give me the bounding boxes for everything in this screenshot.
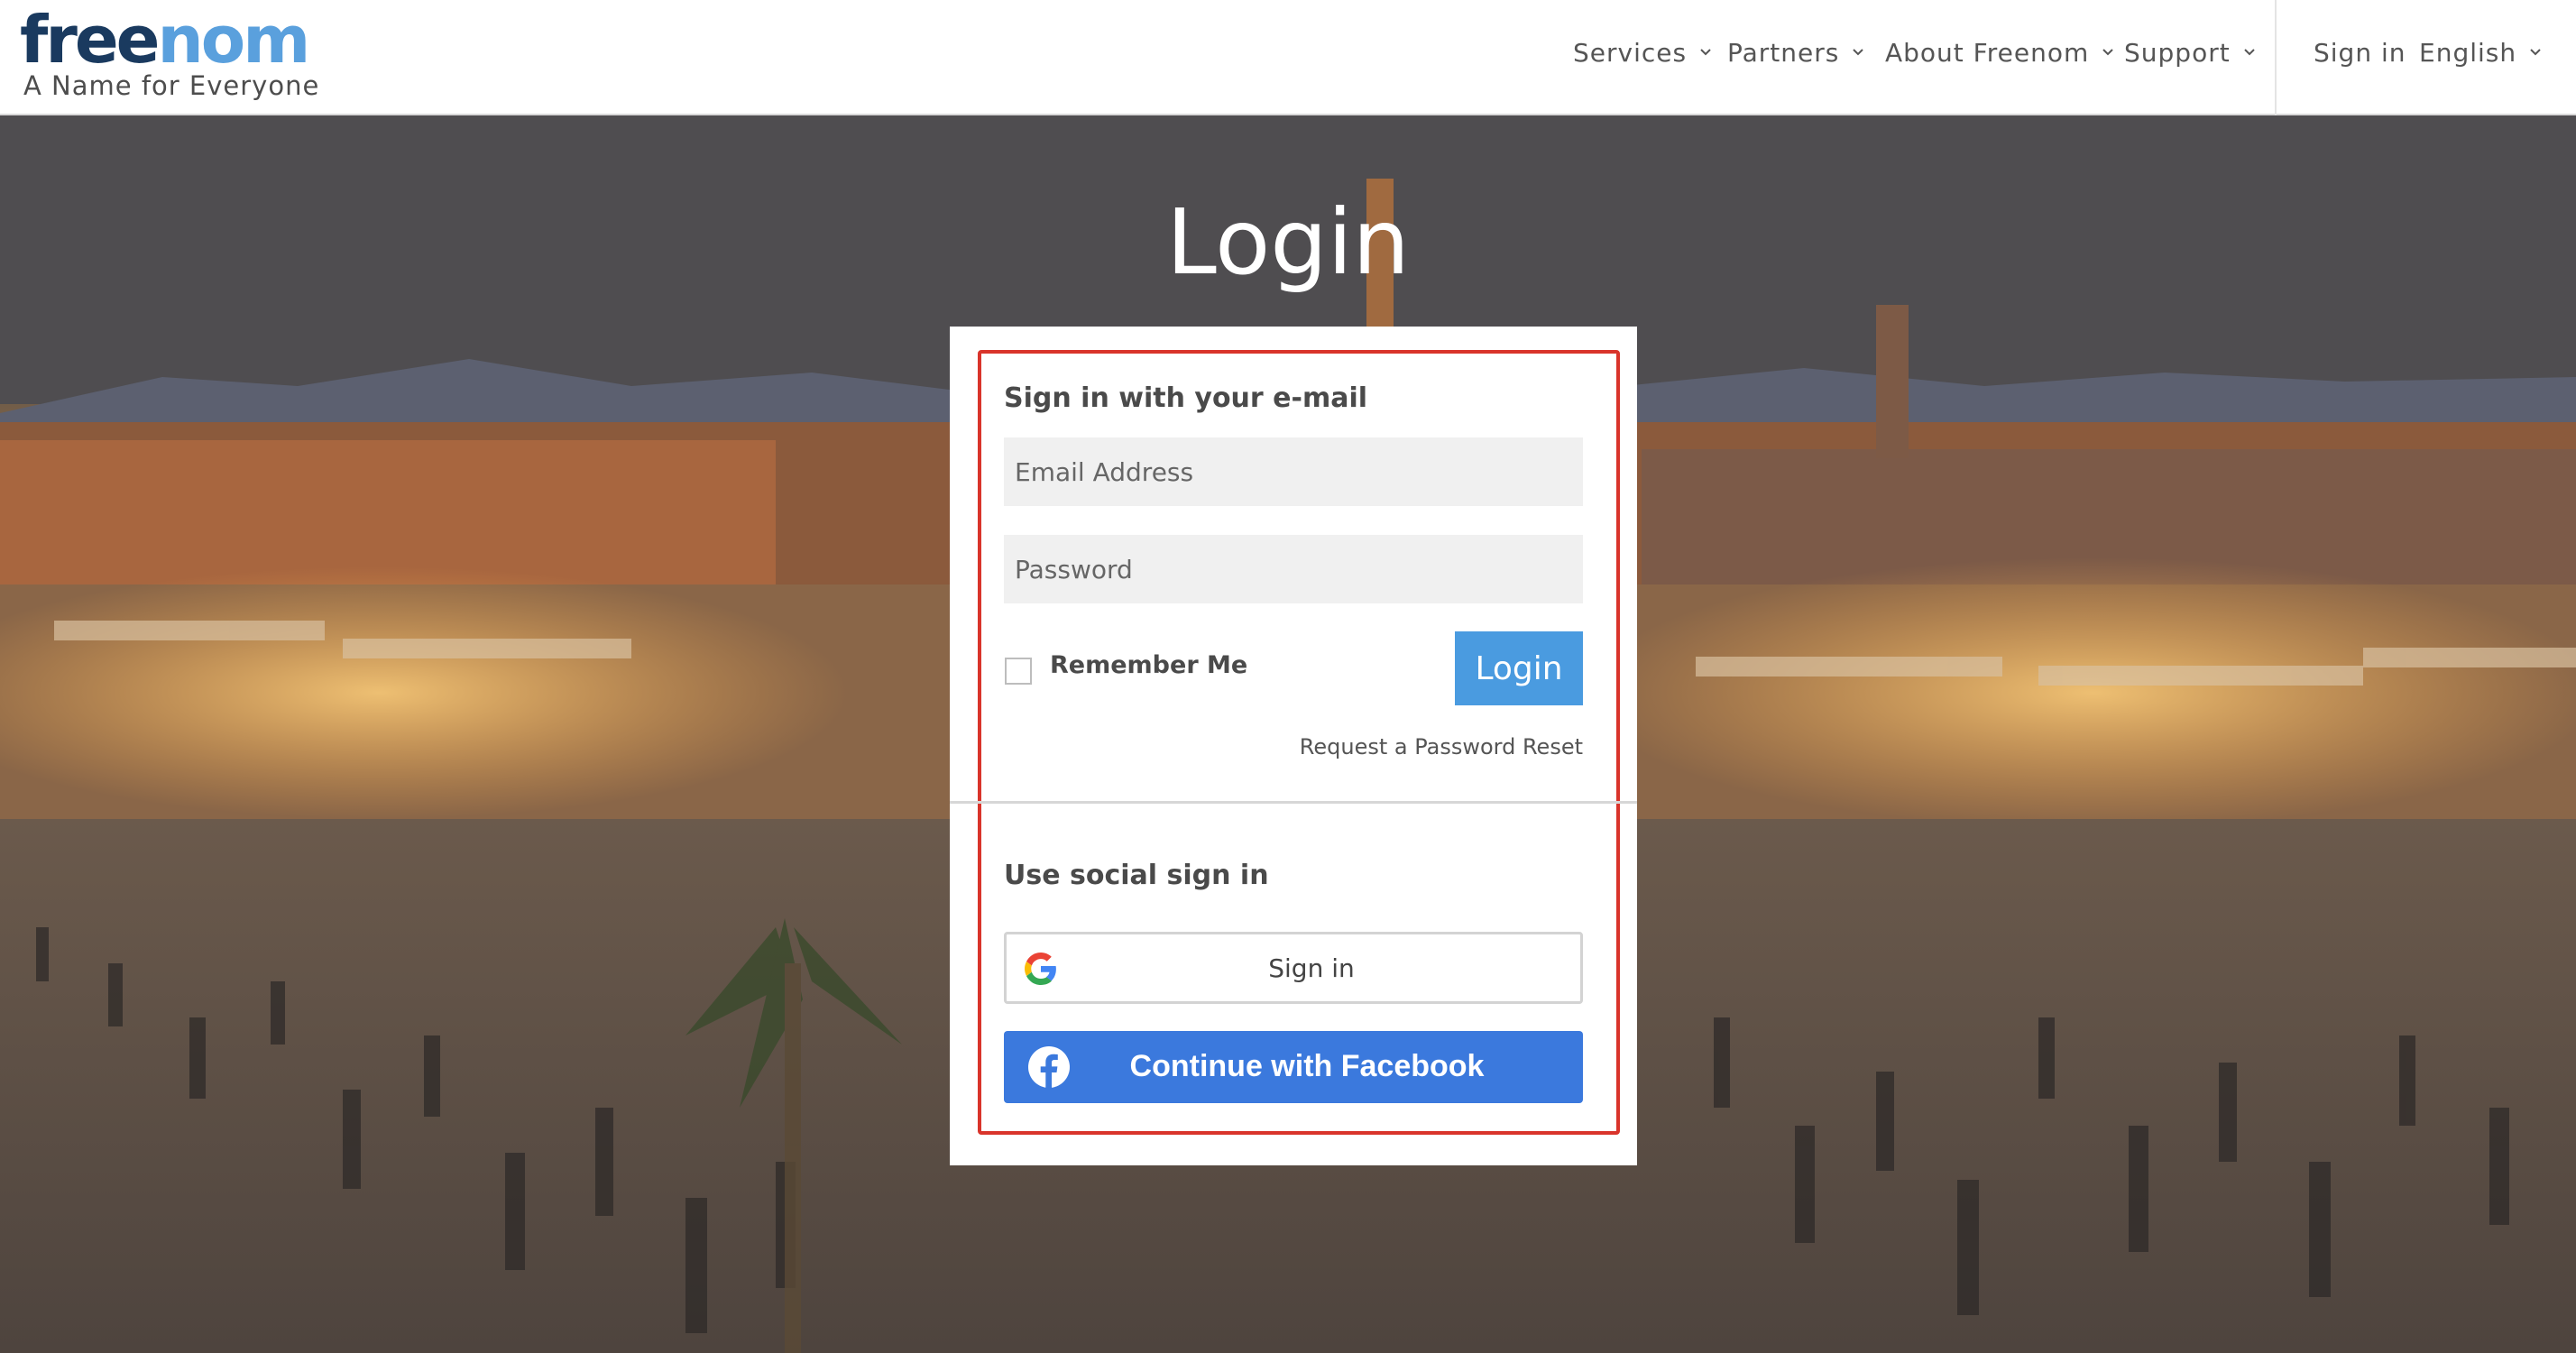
nav-signin-link[interactable]: Sign in [2314,34,2406,70]
google-signin-button[interactable]: Sign in [1004,932,1583,1004]
chevron-down-icon [1700,49,1711,56]
logo-tagline: A Name for Everyone [23,70,320,101]
facebook-signin-label: Continue with Facebook [1129,1049,1485,1083]
email-signin-heading: Sign in with your e-mail [1004,382,1368,414]
password-reset-link[interactable]: Request a Password Reset [1300,734,1583,759]
nav-item-services[interactable]: Services [1573,34,1712,70]
nav-item-partners[interactable]: Partners [1727,34,1864,70]
language-label: English [2419,37,2517,68]
page-title: Login [1166,189,1410,295]
nav-item-about-freenom[interactable]: About Freenom [1885,34,2114,70]
remember-me-checkbox[interactable] [1005,658,1032,685]
nav-label: Services [1573,37,1688,68]
signin-label: Sign in [2314,37,2406,68]
password-field[interactable] [1004,535,1583,603]
chevron-down-icon [2530,49,2541,56]
facebook-signin-button[interactable]: Continue with Facebook [1004,1031,1583,1103]
chevron-down-icon [2243,49,2255,56]
nav-label: Support [2124,37,2231,68]
nav-label: About Freenom [1885,37,2090,68]
logo-part-nom: nom [157,2,311,78]
section-divider [950,801,1637,804]
email-field[interactable] [1004,437,1583,506]
chevron-down-icon [1853,49,1864,56]
nav-label: Partners [1727,37,1840,68]
logo-part-free: free [20,2,160,78]
freenom-logo[interactable]: freenom A Name for Everyone [20,5,319,101]
login-button[interactable]: Login [1455,631,1583,705]
logo-wordmark: freenom [20,5,319,74]
google-signin-label: Sign in [1268,953,1355,983]
social-signin-heading: Use social sign in [1004,860,1269,891]
nav-item-support[interactable]: Support [2124,34,2256,70]
language-selector[interactable]: English [2419,34,2542,70]
site-header: freenom A Name for Everyone Services Par… [0,0,2576,115]
remember-me-label: Remember Me [1050,651,1248,679]
chevron-down-icon [2102,49,2113,56]
nav-divider [2275,0,2277,115]
